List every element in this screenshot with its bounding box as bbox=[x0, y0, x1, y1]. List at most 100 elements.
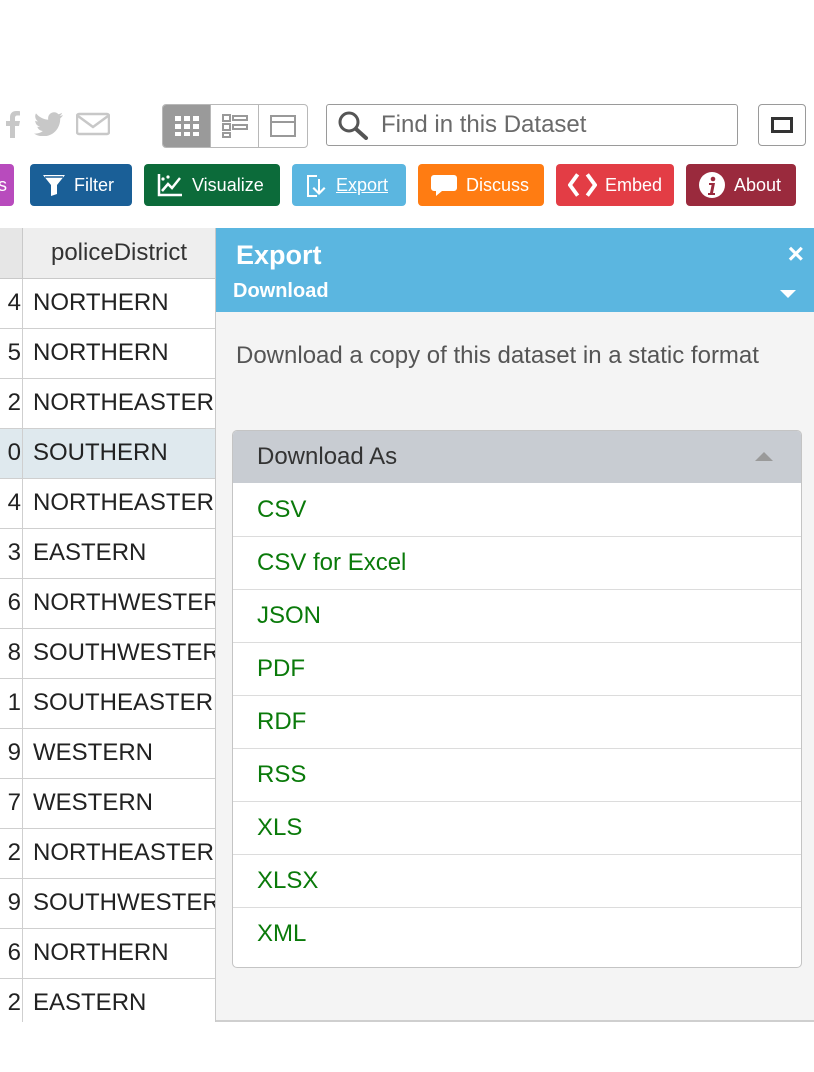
table-body: 4 NORTHERN 5 NORTHERN 2 NORTHEASTERN 0 SOUTHERN… bbox=[0, 279, 215, 1022]
table-row[interactable]: 3 EASTERN bbox=[0, 529, 215, 579]
download-format-item[interactable]: CSV for Excel bbox=[233, 536, 801, 589]
filter-icon bbox=[43, 175, 65, 196]
table-cell-policedistrict: SOUTHEASTERN bbox=[22, 679, 215, 728]
grid-view-icon bbox=[174, 116, 199, 136]
table-cell-partial: 4 bbox=[7, 489, 21, 516]
fullscreen-icon bbox=[771, 117, 793, 133]
embed-button[interactable]: Embed bbox=[556, 164, 674, 206]
table-cell-partial: 2 bbox=[7, 989, 21, 1016]
search-box bbox=[326, 104, 738, 146]
table-row[interactable]: 5 NORTHERN bbox=[0, 329, 215, 379]
visualize-label: Visualize bbox=[192, 174, 264, 195]
about-button[interactable]: About bbox=[686, 164, 796, 206]
filter-label: Filter bbox=[74, 174, 114, 195]
download-as-header[interactable]: Download As bbox=[233, 431, 801, 483]
table-row[interactable]: 1 SOUTHEASTERN bbox=[0, 679, 215, 729]
table-row[interactable]: 4 NORTHEASTERN bbox=[0, 479, 215, 529]
grid-view-button[interactable] bbox=[163, 105, 211, 147]
twitter-icon[interactable] bbox=[34, 112, 64, 136]
visualize-button[interactable]: Visualize bbox=[144, 164, 280, 206]
download-as-menu: Download As CSV CSV for Excel JSON PDF RDF RS… bbox=[232, 430, 802, 968]
facebook-icon[interactable] bbox=[4, 110, 22, 138]
download-format-item[interactable]: JSON bbox=[233, 589, 801, 642]
table-row[interactable]: 2 NORTHEASTERN bbox=[0, 379, 215, 429]
export-button[interactable]: Export bbox=[292, 164, 406, 206]
single-view-button[interactable] bbox=[259, 105, 307, 147]
table-cell-policedistrict: NORTHEASTERN bbox=[22, 479, 215, 528]
email-icon[interactable] bbox=[76, 112, 110, 136]
download-format-item[interactable]: XLSX bbox=[233, 854, 801, 907]
export-panel-header: Export × Download bbox=[216, 228, 814, 312]
export-panel-title: Export bbox=[236, 240, 322, 270]
download-format-item[interactable]: RDF bbox=[233, 695, 801, 748]
table-cell-partial: 2 bbox=[7, 839, 21, 866]
table-row[interactable]: 4 NORTHERN bbox=[0, 279, 215, 329]
table-cell-partial: 7 bbox=[7, 789, 21, 816]
download-format-item[interactable]: XML bbox=[233, 907, 801, 960]
table-row[interactable]: 6 NORTHERN bbox=[0, 929, 215, 979]
table-cell-partial: 0 bbox=[7, 439, 21, 466]
table-cell-partial: 1 bbox=[7, 689, 21, 716]
table-cell-policedistrict: NORTHEASTERN bbox=[22, 829, 215, 878]
table-cell-policedistrict: WESTERN bbox=[22, 729, 215, 778]
table-cell-policedistrict: SOUTHERN bbox=[22, 429, 215, 478]
table-row[interactable]: 7 WESTERN bbox=[0, 779, 215, 829]
table-cell-policedistrict: EASTERN bbox=[22, 979, 215, 1022]
download-format-item[interactable]: CSV bbox=[233, 483, 801, 536]
table-row[interactable]: 0 SOUTHERN bbox=[0, 429, 215, 479]
table-header: policeDistrict bbox=[0, 228, 215, 279]
download-format-item[interactable]: RSS bbox=[233, 748, 801, 801]
table-row[interactable]: 6NORTHWESTERN bbox=[0, 579, 215, 629]
filter-button[interactable]: Filter bbox=[30, 164, 132, 206]
toolbar-button-partial[interactable]: s bbox=[0, 164, 14, 206]
export-panel: Export × Download Download a copy of thi… bbox=[216, 228, 814, 1022]
chart-icon bbox=[157, 174, 182, 197]
table-cell-partial: 4 bbox=[7, 289, 21, 316]
download-description: Download a copy of this dataset in a sta… bbox=[236, 342, 759, 369]
table-cell-partial: 9 bbox=[7, 889, 21, 916]
fullscreen-button[interactable] bbox=[758, 104, 806, 146]
table-cell-partial: 2 bbox=[7, 389, 21, 416]
table-cell-policedistrict: EASTERN bbox=[22, 529, 215, 578]
table-row[interactable]: 9SOUTHWESTERN bbox=[0, 879, 215, 929]
table-cell-policedistrict: NORTHWESTERN bbox=[22, 579, 215, 628]
download-format-item[interactable]: XLS bbox=[233, 801, 801, 854]
close-icon[interactable]: × bbox=[788, 238, 804, 270]
search-input[interactable] bbox=[379, 110, 723, 140]
table-cell-policedistrict: SOUTHWESTERN bbox=[22, 879, 215, 928]
view-toggle-group bbox=[162, 104, 308, 148]
search-icon bbox=[338, 111, 368, 140]
data-table: policeDistrict 4 NORTHERN 5 NORTHERN 2 NORTHE… bbox=[0, 228, 216, 1022]
discuss-label: Discuss bbox=[466, 174, 530, 195]
single-view-icon bbox=[270, 115, 296, 137]
table-cell-partial: 3 bbox=[7, 539, 21, 566]
table-cell-partial: 9 bbox=[7, 739, 21, 766]
table-cell-partial: 6 bbox=[7, 589, 21, 616]
discuss-button[interactable]: Discuss bbox=[418, 164, 544, 206]
table-row[interactable]: 9 WESTERN bbox=[0, 729, 215, 779]
table-row[interactable]: 8SOUTHWESTERN bbox=[0, 629, 215, 679]
table-row[interactable]: 2 EASTERN bbox=[0, 979, 215, 1022]
table-row[interactable]: 2 NORTHEASTERN bbox=[0, 829, 215, 879]
download-as-label: Download As bbox=[257, 443, 398, 470]
table-cell-partial: 5 bbox=[7, 339, 21, 366]
export-icon bbox=[307, 175, 326, 197]
row-view-button[interactable] bbox=[211, 105, 259, 147]
share-icons bbox=[4, 110, 110, 138]
table-cell-policedistrict: NORTHERN bbox=[22, 279, 215, 328]
speech-bubble-icon bbox=[431, 175, 457, 196]
column-header-policedistrict[interactable]: policeDistrict bbox=[22, 228, 215, 278]
caret-up-icon bbox=[755, 452, 773, 461]
table-cell-policedistrict: NORTHEASTERN bbox=[22, 379, 215, 428]
download-section-title[interactable]: Download bbox=[233, 280, 329, 303]
table-cell-policedistrict: SOUTHWESTERN bbox=[22, 629, 215, 678]
table-cell-policedistrict: NORTHERN bbox=[22, 329, 215, 378]
code-brackets-icon bbox=[568, 173, 597, 197]
download-format-item[interactable]: PDF bbox=[233, 642, 801, 695]
chevron-down-icon[interactable] bbox=[780, 290, 796, 298]
export-label: Export bbox=[336, 174, 389, 195]
download-format-list: CSV CSV for Excel JSON PDF RDF RSS XLS XLSX XML bbox=[233, 483, 801, 960]
info-icon bbox=[699, 172, 725, 198]
table-cell-partial: 6 bbox=[7, 939, 21, 966]
table-cell-policedistrict: NORTHERN bbox=[22, 929, 215, 978]
